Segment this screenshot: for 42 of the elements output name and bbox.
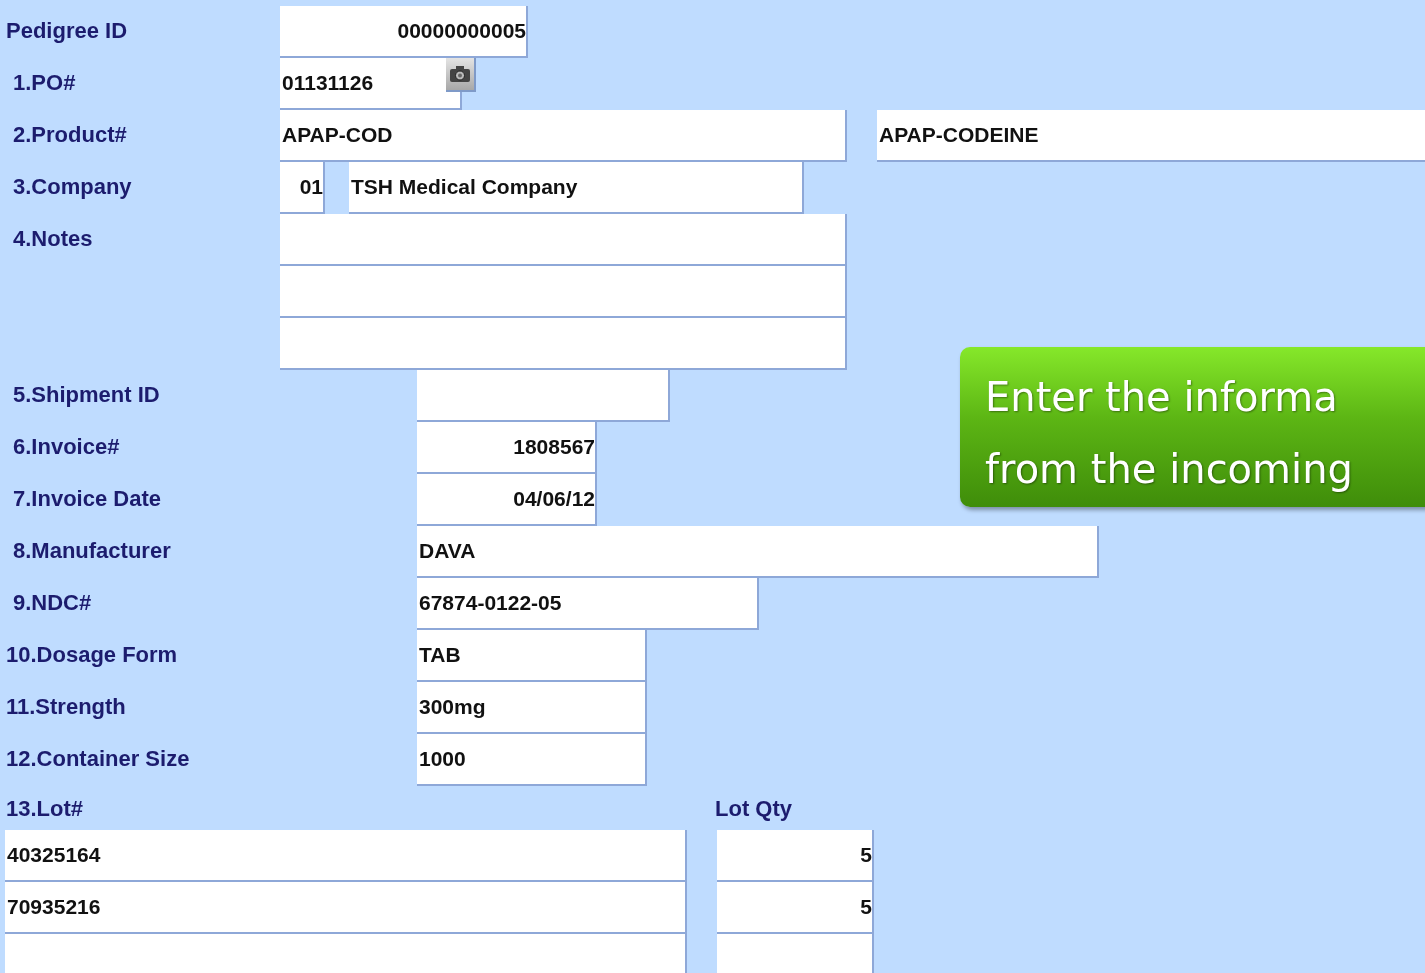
input-field[interactable] [417, 370, 670, 422]
camera-button[interactable] [446, 58, 476, 92]
input-field[interactable]: APAP-CODEINE [877, 110, 1425, 162]
input-field[interactable]: 67874-0122-05 [417, 578, 759, 630]
camera-icon [449, 65, 471, 83]
input-field[interactable]: APAP-COD [280, 110, 847, 162]
input-field[interactable] [280, 266, 847, 318]
input-field[interactable]: DAVA [417, 526, 1099, 578]
input-field[interactable]: 1808567 [417, 422, 597, 474]
input-field[interactable]: TAB [417, 630, 647, 682]
field-label: 10.Dosage Form [6, 642, 178, 667]
field-label: 13.Lot# [6, 796, 84, 821]
input-field[interactable] [280, 318, 847, 370]
field-label: 4.Notes [13, 226, 93, 251]
quantity-field[interactable]: 5 [717, 830, 874, 882]
field-label: 12.Container Size [6, 746, 190, 771]
field-label: Pedigree ID [6, 18, 128, 43]
quantity-field[interactable]: 5 [717, 882, 874, 934]
lot-field[interactable] [5, 934, 687, 973]
field-label: 11.Strength [6, 694, 126, 719]
input-field[interactable]: 01131126 [280, 58, 462, 110]
input-field[interactable]: TSH Medical Company [349, 162, 804, 214]
callout-text: from the incoming [985, 445, 1354, 494]
field-label: 6.Invoice# [13, 434, 120, 459]
field-label: 7.Invoice Date [13, 486, 161, 511]
field-label: 5.Shipment ID [13, 382, 160, 407]
lot-field[interactable]: 40325164 [5, 830, 687, 882]
callout-text: Enter the informa [985, 373, 1339, 422]
input-field[interactable]: 04/06/12 [417, 474, 597, 526]
quantity-field[interactable] [717, 934, 874, 973]
input-field[interactable]: 00000000005 [280, 6, 528, 58]
input-field[interactable] [280, 214, 847, 266]
input-field[interactable]: 1000 [417, 734, 647, 786]
field-label: 8.Manufacturer [13, 538, 171, 563]
input-field[interactable]: 300mg [417, 682, 647, 734]
input-field[interactable]: 01 [280, 162, 325, 214]
lot-field[interactable]: 70935216 [5, 882, 687, 934]
field-label: 2.Product# [13, 122, 127, 147]
field-label: 1.PO# [13, 70, 76, 95]
field-label: 9.NDC# [13, 590, 92, 615]
field-label: 3.Company [13, 174, 132, 199]
field-label: Lot Qty [715, 796, 792, 821]
